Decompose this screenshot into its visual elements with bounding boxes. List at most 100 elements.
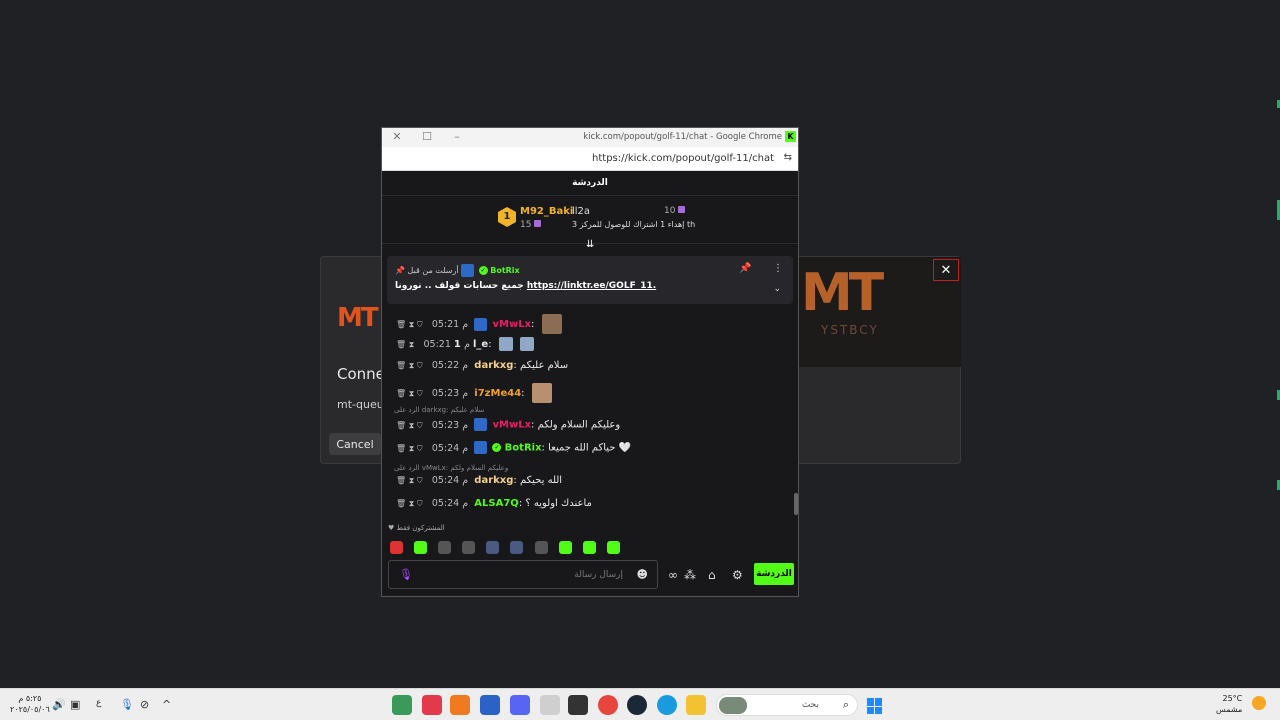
app-icon-whatsapp[interactable] [392,695,412,715]
app-icon-triangle[interactable] [540,695,560,715]
start-pane [867,698,874,706]
pinned-text: جميع حسابات قولف .. نورونا https://linkt… [395,281,656,291]
mod-actions-icon[interactable]: 🗑 ⧗ ⛉ [396,444,423,453]
message-username[interactable]: 1l_e [454,339,488,350]
taskbar-search[interactable]: بحث ⌕ [716,694,858,716]
url-text[interactable]: https://kick.com/popout/golf-11/chat [592,153,774,164]
gear-icon[interactable]: ⚙ [732,568,743,582]
emote-image [498,337,513,351]
leader-name-1[interactable]: M92_Baki [520,206,573,217]
message-username[interactable]: i7zMe44 [474,388,521,399]
users-icon[interactable]: ⁂ [684,568,696,582]
pinned-message: 📌 أرسلت من قبل ✓ BotRix جميع حسابات قولف… [387,256,793,304]
location-off-icon[interactable]: ⊘ [140,698,149,711]
app-icon-brave[interactable] [450,695,470,715]
leader-count-2: 10 [664,206,686,216]
mod-actions-icon[interactable]: 🗑 ⧗ ⛉ [396,421,423,430]
message-time: 05:21 م [431,319,469,330]
message-text: الله يحيكم [519,475,563,486]
badge-icon [474,441,488,454]
emote-button[interactable] [486,541,500,554]
minimize-icon[interactable]: – [450,130,464,143]
message-username[interactable]: vMwLx [492,420,531,431]
leader-count-1: 15 [520,220,542,230]
unpin-icon[interactable]: 📌 [739,263,751,274]
search-highlight-image [719,697,747,714]
verified-icon: ✓ [478,266,488,275]
mod-actions-icon[interactable]: 🗑 ⧗ [396,340,414,349]
app-icon-red[interactable] [422,695,442,715]
mod-actions-icon[interactable]: 🗑 ⧗ ⛉ [396,499,423,508]
emote-button[interactable] [510,541,524,554]
message-time: 05:21 م [423,339,470,350]
message-username[interactable]: darkxg [474,475,513,486]
mt-banner-logo: MT [801,263,884,323]
mic-icon[interactable]: 🎙 [120,698,134,711]
verified-icon: ✓ [492,443,502,452]
message-username[interactable]: ALSA7Q [474,498,519,509]
message-time: 05:24 م [431,442,469,454]
chat-send-button[interactable]: الدردشة [754,563,794,585]
emote-button[interactable] [438,541,452,554]
emote-button[interactable] [534,541,548,554]
pinned-link[interactable]: https://linktr.ee/GOLF_11. [527,281,656,291]
leader-name-2[interactable]: ll2a [572,206,590,217]
reply-reference[interactable]: الرد على vMwLx: وعليكم السلام ولكم [394,464,508,472]
reply-reference[interactable]: الرد على darkxg: سلام عليكم [394,406,484,414]
message-username[interactable]: darkxg [474,360,513,371]
emote-button[interactable] [462,541,476,554]
emote-image [531,383,552,403]
mod-actions-icon[interactable]: 🗑 ⧗ ⛉ [396,476,423,485]
emote-button[interactable] [414,541,428,554]
pinned-sent-by: أرسلت من قبل [407,266,459,275]
site-settings-icon[interactable]: ⇆ [784,152,792,163]
more-options-icon[interactable]: ⋮ [773,263,783,274]
message-text: حياكم الله جميعا 🤍 [548,442,632,454]
app-icon-headset[interactable] [480,695,500,715]
emote-button[interactable] [558,541,572,554]
emote-button[interactable] [390,541,403,554]
emote-button[interactable] [582,541,596,554]
network-icon[interactable]: ▣ [70,698,80,711]
infinity-icon[interactable]: ∞ [668,568,678,582]
clock[interactable]: ٥:٢٥ م ٢٠٢٥/٠٥/٠٦ [10,693,50,715]
mod-actions-icon[interactable]: 🗑 ⧗ ⛉ [396,320,423,329]
leaderboard-note: إهداء 1 اشتراك للوصول للمركز 3 th [572,220,696,229]
mod-actions-icon[interactable]: 🗑 ⧗ ⛉ [396,361,423,370]
file-explorer-icon[interactable] [686,695,706,715]
address-bar[interactable]: https://kick.com/popout/golf-11/chat ⇆ [382,147,798,171]
maximize-icon[interactable]: ☐ [420,130,434,143]
weather-widget[interactable]: 25°C مشمس [1216,693,1242,715]
message-time: 05:23 م [431,419,469,431]
emoji-icon[interactable]: ☻ [637,568,648,581]
message-input[interactable]: 🎙 إرسال رسالة ☻ [388,560,658,589]
badge-icon [474,317,488,331]
scroll-down-icon[interactable]: ⇊ [586,239,594,250]
mic-icon[interactable]: 🎙 [399,568,413,581]
message-time: 05:24 م [431,475,469,486]
close-button[interactable]: ✕ [933,259,959,281]
cancel-button[interactable]: Cancel [329,433,381,455]
chat-scrollbar[interactable] [794,493,798,515]
start-button[interactable] [867,698,883,714]
language-indicator[interactable]: ع [96,698,101,708]
app-icon-dark[interactable] [568,695,588,715]
chrome-icon[interactable] [598,695,618,715]
close-window-icon[interactable]: ✕ [390,130,404,143]
message-username[interactable]: BotRix [505,443,542,454]
mod-actions-icon[interactable]: 🗑 ⧗ ⛉ [396,389,423,398]
discord-icon[interactable] [510,695,530,715]
sun-icon [1252,696,1266,710]
edge-icon[interactable] [657,695,677,715]
start-pane [875,698,882,706]
badge-icon [474,418,488,431]
steam-icon[interactable] [627,695,647,715]
emote-button[interactable] [606,541,620,554]
chevron-down-icon[interactable]: ⌄ [773,284,781,294]
pinned-sender[interactable]: BotRix [490,266,519,275]
chevron-up-icon[interactable]: ^ [162,698,171,711]
chat-popup-window: ✕ ☐ – kick.com/popout/golf-11/chat - Goo… [381,127,799,597]
store-icon[interactable]: ⌂ [708,568,716,582]
message-username[interactable]: vMwLx [492,319,531,330]
volume-icon[interactable]: 🔊 [52,698,66,711]
